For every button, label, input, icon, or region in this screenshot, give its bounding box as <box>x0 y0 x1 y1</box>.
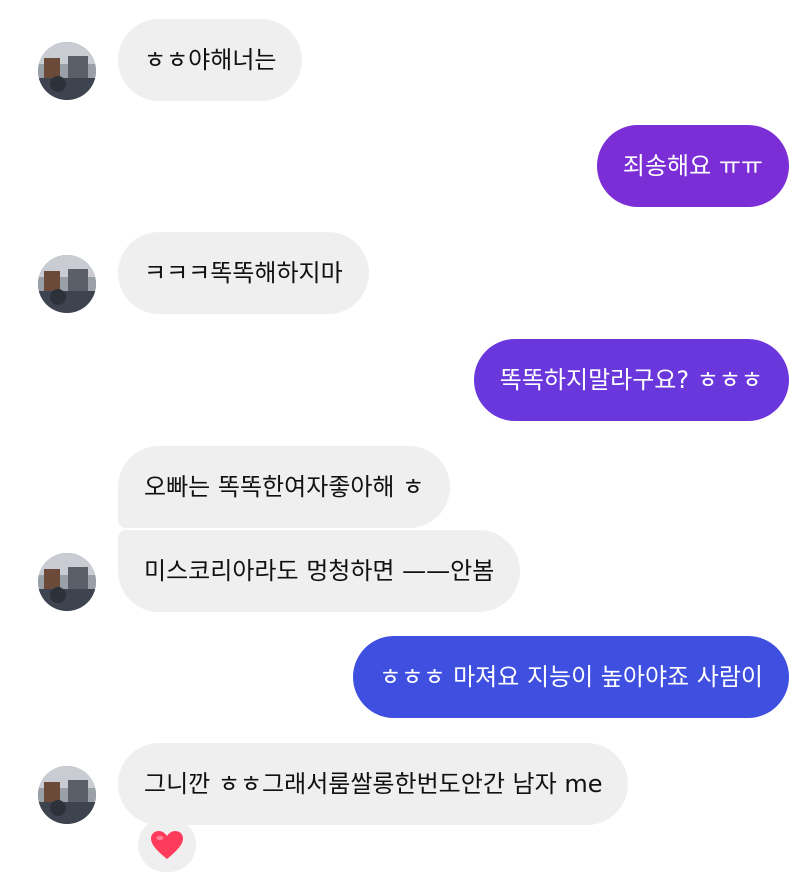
message-bubble[interactable]: 미스코리아라도 멍청하면 ——안봄 <box>118 530 521 612</box>
message-bubble[interactable]: 똑똑하지말라구요? ㅎㅎㅎ <box>473 339 789 421</box>
reaction-badge[interactable] <box>138 818 196 872</box>
message-text: 미스코리아라도 멍청하면 ——안봄 <box>144 557 495 585</box>
message-bubble[interactable]: 죄송해요 ㅠㅠ <box>596 125 789 207</box>
message-text: 그니깐 ㅎㅎ그래서룸쌀롱한번도안간 남자 me <box>144 770 603 798</box>
message-text: ㅎㅎ야해너는 <box>144 46 277 74</box>
message-bubble[interactable]: 그니깐 ㅎㅎ그래서룸쌀롱한번도안간 남자 me <box>118 743 629 825</box>
message-text: 오빠는 똑똑한여자좋아해 ㅎ <box>144 473 425 501</box>
message-text: 죄송해요 ㅠㅠ <box>622 152 763 180</box>
message-text: ㅋㅋㅋ똑똑해하지마 <box>144 259 343 287</box>
avatar[interactable] <box>38 766 96 824</box>
message-text: ㅎㅎㅎ 마져요 지능이 높아야죠 사람이 <box>379 663 763 691</box>
message-text: 똑똑하지말라구요? ㅎㅎㅎ <box>499 366 763 394</box>
message-bubble[interactable]: ㅎㅎ야해너는 <box>118 19 303 101</box>
message-bubble[interactable]: ㅋㅋㅋ똑똑해하지마 <box>118 232 369 314</box>
message-bubble[interactable]: ㅎㅎㅎ 마져요 지능이 높아야죠 사람이 <box>353 636 789 718</box>
heart-icon <box>151 831 183 859</box>
message-bubble[interactable]: 오빠는 똑똑한여자좋아해 ㅎ <box>118 446 451 528</box>
avatar[interactable] <box>38 553 96 611</box>
avatar[interactable] <box>38 255 96 313</box>
chat-thread: ㅎㅎ야해너는 죄송해요 ㅠㅠ ㅋㅋㅋ똑똑해하지마 똑똑하지말라구요? ㅎㅎㅎ 오… <box>0 0 800 876</box>
avatar[interactable] <box>38 42 96 100</box>
